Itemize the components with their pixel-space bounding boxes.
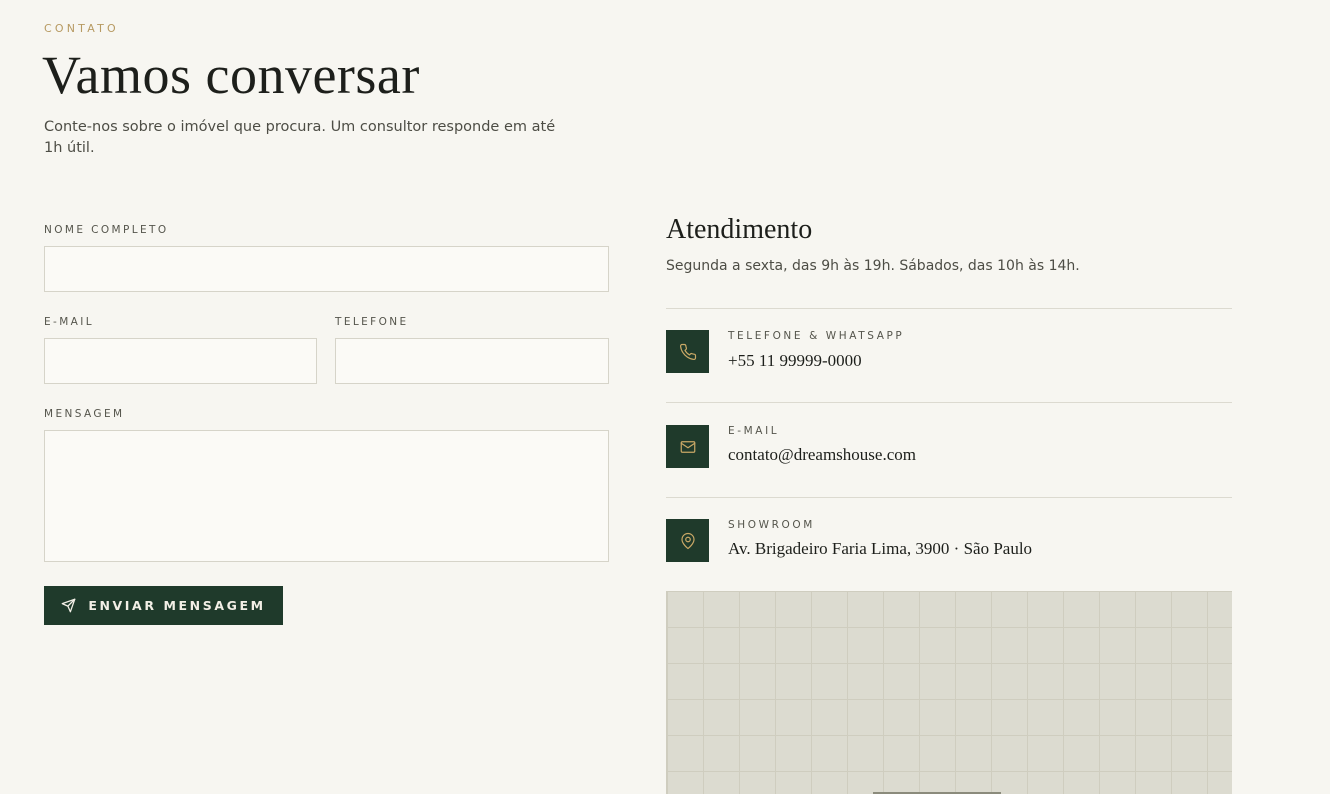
divider — [666, 402, 1232, 403]
email-value[interactable]: contato@dreamshouse.com — [728, 445, 916, 465]
message-label: MENSAGEM — [44, 408, 125, 420]
service-title: Atendimento — [666, 214, 813, 245]
divider — [666, 497, 1232, 498]
map-pin-icon-box — [666, 519, 709, 562]
phone-icon — [679, 343, 696, 360]
phone-input[interactable] — [335, 338, 609, 384]
page-title: Vamos conversar — [42, 45, 420, 105]
mail-icon — [680, 440, 695, 453]
email-label-text: E-MAIL — [728, 425, 780, 437]
showroom-label-text: SHOWROOM — [728, 519, 815, 531]
mail-icon-box — [666, 425, 709, 468]
map-view[interactable] — [666, 591, 1232, 794]
showroom-value[interactable]: Av. Brigadeiro Faria Lima, 3900 · São Pa… — [728, 539, 1032, 559]
map-pin-icon — [680, 532, 695, 549]
section-eyebrow: CONTATO — [44, 22, 119, 35]
service-hours: Segunda a sexta, das 9h às 19h. Sábados,… — [666, 258, 1080, 274]
send-message-label: ENVIAR MENSAGEM — [88, 598, 266, 613]
intro-text: Conte-nos sobre o imóvel que procura. Um… — [44, 119, 556, 156]
phone-label: TELEFONE — [335, 316, 409, 328]
phone-icon-box — [666, 330, 709, 373]
email-input[interactable] — [44, 338, 317, 384]
phone-value[interactable]: +55 11 99999-0000 — [728, 351, 862, 371]
message-textarea[interactable] — [44, 430, 609, 562]
name-input[interactable] — [44, 246, 609, 292]
send-message-button[interactable]: ENVIAR MENSAGEM — [44, 586, 283, 625]
name-label: NOME COMPLETO — [44, 224, 169, 236]
email-label: E-MAIL — [44, 316, 95, 328]
divider — [666, 308, 1232, 309]
send-icon — [61, 598, 76, 613]
phone-label-text: TELEFONE & WHATSAPP — [728, 330, 905, 342]
